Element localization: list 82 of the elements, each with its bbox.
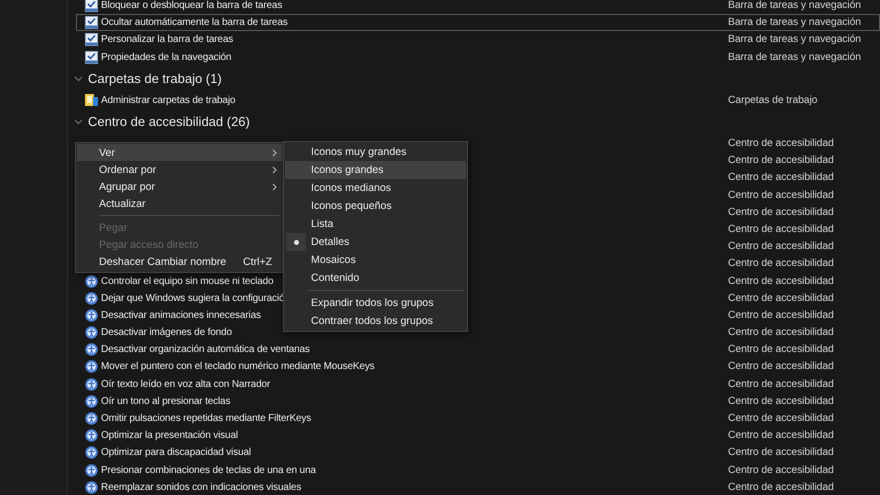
category-cell: Centro de accesibilidad: [728, 378, 834, 390]
group-header[interactable]: Carpetas de trabajo (1): [88, 71, 222, 86]
accessibility-icon: [85, 480, 98, 494]
item-name[interactable]: Propiedades de la navegación: [101, 52, 232, 63]
category-cell: Centro de accesibilidad: [728, 258, 834, 270]
category-cell: Centro de accesibilidad: [728, 430, 834, 442]
category-cell: Centro de accesibilidad: [728, 344, 834, 356]
item-name[interactable]: Optimizar la presentación visual: [101, 430, 238, 442]
checklist-icon: [85, 0, 98, 12]
accessibility-icon: [85, 429, 98, 442]
accessibility-icon: [85, 378, 98, 391]
category-cell: Carpetas de trabajo: [728, 94, 818, 106]
item-name[interactable]: Bloquear o desbloquear la barra de tareas: [101, 0, 282, 12]
category-cell: Centro de accesibilidad: [728, 224, 834, 235]
category-cell: Barra de tareas y navegación: [728, 17, 861, 28]
item-name[interactable]: Optimizar para discapacidad visual: [101, 447, 251, 458]
category-cell: Centro de accesibilidad: [728, 482, 834, 493]
checklist-icon: [85, 33, 98, 46]
category-cell: Centro de accesibilidad: [728, 241, 834, 252]
item-name[interactable]: Administrar carpetas de trabajo: [101, 94, 236, 106]
category-cell: Centro de accesibilidad: [728, 172, 834, 184]
accessibility-icon: [85, 446, 98, 460]
item-name[interactable]: Ocultar automáticamente la barra de tareas: [101, 17, 288, 28]
menu-item[interactable]: Deshacer Cambiar nombre Ctrl+Z: [77, 254, 282, 271]
accessibility-icon: [85, 394, 98, 408]
category-cell: Centro de accesibilidad: [728, 413, 834, 424]
item-name[interactable]: Oír texto leído en voz alta con Narrador: [101, 378, 270, 390]
accessibility-icon: [85, 464, 98, 477]
menu-item[interactable]: Iconos pequeños: [285, 197, 466, 215]
checklist-icon: [85, 50, 98, 64]
menu-item[interactable]: Lista: [285, 215, 466, 233]
accessibility-icon: [85, 412, 98, 426]
menu-item[interactable]: Mosaicos: [285, 251, 466, 269]
chevron-icon[interactable]: [74, 118, 83, 125]
category-cell: Centro de accesibilidad: [728, 206, 834, 218]
focused-row[interactable]: Ocultar automáticamente la barra de tareas Barra de tareas y navegación: [76, 14, 880, 32]
accessibility-icon: [85, 343, 98, 356]
item-name[interactable]: Dejar que Windows sugiera la configuració: [101, 292, 284, 304]
menu-item[interactable]: Ordenar por: [77, 161, 282, 178]
category-cell: Centro de accesibilidad: [728, 464, 834, 476]
category-cell: Centro de accesibilidad: [728, 138, 834, 150]
category-cell: Centro de accesibilidad: [728, 310, 834, 321]
menu-item[interactable]: Expandir todos los grupos: [285, 294, 466, 312]
accessibility-icon: [85, 360, 98, 374]
item-name[interactable]: Desactivar animaciones innecesarias: [101, 310, 261, 321]
menu-item[interactable]: Iconos grandes: [285, 161, 466, 179]
category-cell: Centro de accesibilidad: [728, 155, 834, 166]
accessibility-icon: [85, 292, 98, 305]
item-name[interactable]: Personalizar la barra de tareas: [101, 34, 234, 46]
item-name[interactable]: Desactivar organización automática de ventanas: [101, 344, 310, 356]
category-cell: Centro de accesibilidad: [728, 276, 834, 287]
category-cell: Barra de tareas y navegación: [728, 52, 861, 63]
category-cell: Centro de accesibilidad: [728, 361, 834, 372]
item-name[interactable]: Omitir pulsaciones repetidas mediante FilterKeys: [101, 413, 312, 424]
category-cell: Barra de tareas y navegación: [728, 34, 861, 46]
item-name[interactable]: Desactivar imágenes de fondo: [101, 327, 232, 338]
item-name[interactable]: Reemplazar sonidos con indicaciones visuales: [101, 482, 302, 493]
folder-icon: [85, 93, 98, 108]
menu-item[interactable]: Ver: [77, 144, 282, 162]
item-name[interactable]: Oír un tono al presionar teclas: [101, 396, 230, 407]
chevron-icon[interactable]: [74, 76, 83, 82]
category-cell: Centro de accesibilidad: [728, 447, 834, 458]
menu-item[interactable]: Agrupar por: [77, 178, 282, 196]
item-name[interactable]: Mover el puntero con el teclado numérico mediante MouseKeys: [101, 361, 375, 372]
category-cell: Centro de accesibilidad: [728, 396, 834, 407]
menu-item[interactable]: Iconos muy grandes: [285, 143, 466, 161]
category-cell: Barra de tareas y navegación: [728, 0, 861, 12]
menu-item[interactable]: Contenido: [285, 269, 466, 287]
item-name[interactable]: Controlar el equipo sin mouse ni teclado: [101, 276, 274, 287]
category-cell: Centro de accesibilidad: [728, 327, 834, 338]
menu-item[interactable]: Detalles: [285, 233, 466, 251]
checklist-icon: [85, 16, 98, 30]
menu-item[interactable]: Contraer todos los grupos: [285, 312, 466, 330]
category-cell: Centro de accesibilidad: [728, 190, 834, 201]
accessibility-icon: [85, 308, 98, 322]
item-name[interactable]: Presionar combinaciones de teclas de una en una: [101, 464, 316, 476]
category-cell: Centro de accesibilidad: [728, 292, 834, 304]
menu-item[interactable]: Iconos medianos: [285, 179, 466, 197]
accessibility-icon: [85, 326, 98, 340]
group-header[interactable]: Centro de accesibilidad (26): [88, 114, 250, 130]
menu-item[interactable]: Actualizar: [77, 195, 282, 212]
accessibility-icon: [85, 274, 98, 288]
